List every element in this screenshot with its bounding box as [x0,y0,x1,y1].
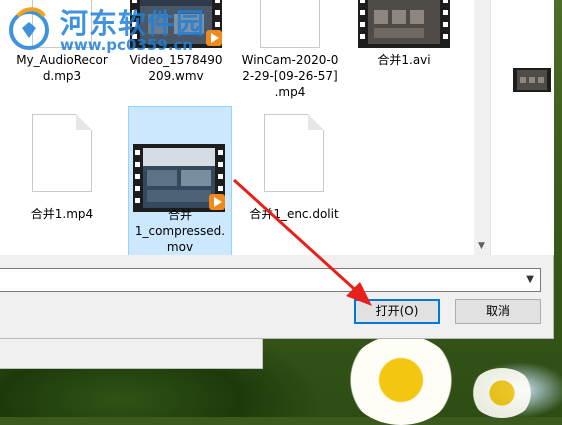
filename-input[interactable]: ▼ [0,268,541,292]
file-item-hebing-enc-dolit[interactable]: 合并1_enc.dolit [242,106,346,255]
file-label: 合并 1_compressed. mov [134,208,226,254]
file-item-hebing-mp4[interactable]: 合并1.mp4 [10,106,114,255]
video-thumbnail-icon [133,144,225,212]
file-item-hebing-avi[interactable]: 合并1.avi [352,0,456,100]
file-item-wincam-mp4[interactable]: WinCam-2020-0 2-29-[09-26-57] .mp4 [238,0,342,100]
file-item-hebing-compressed-mov[interactable]: 合并 1_compressed. mov [128,106,232,255]
file-list-pane: My_AudioRecor d.mp3 Video_1578490 209.wm… [0,0,474,255]
open-button[interactable]: 打开(O) [354,299,440,324]
vertical-scrollbar[interactable]: ▼ [474,0,490,255]
file-label: My_AudioRecor d.mp3 [16,53,108,83]
file-label: 合并1.mp4 [30,207,94,221]
background-window-edge [0,338,263,369]
file-label: Video_1578490 209.wmv [129,53,223,83]
scroll-down-icon[interactable]: ▼ [478,241,485,251]
document-icon [264,114,324,192]
file-item-video-wmv[interactable]: Video_1578490 209.wmv [124,0,228,100]
daisy-flower [470,368,534,418]
video-thumbnail-icon [130,0,222,48]
preview-pane [490,0,554,255]
document-icon [32,114,92,192]
cancel-button[interactable]: 取消 [455,299,541,324]
file-label: 合并1_enc.dolit [249,207,339,221]
open-file-dialog: My_AudioRecor d.mp3 Video_1578490 209.wm… [0,0,554,339]
video-thumbnail-icon [358,0,450,48]
file-item-my-audiorecord[interactable]: My_AudioRecor d.mp3 [10,0,114,100]
file-label: WinCam-2020-0 2-29-[09-26-57] .mp4 [241,53,339,99]
chevron-down-icon[interactable]: ▼ [526,274,534,285]
file-label: 合并1.avi [377,53,431,67]
document-icon [32,0,92,48]
document-icon [260,0,320,48]
video-preview-icon [513,68,551,92]
daisy-flower [346,335,456,425]
